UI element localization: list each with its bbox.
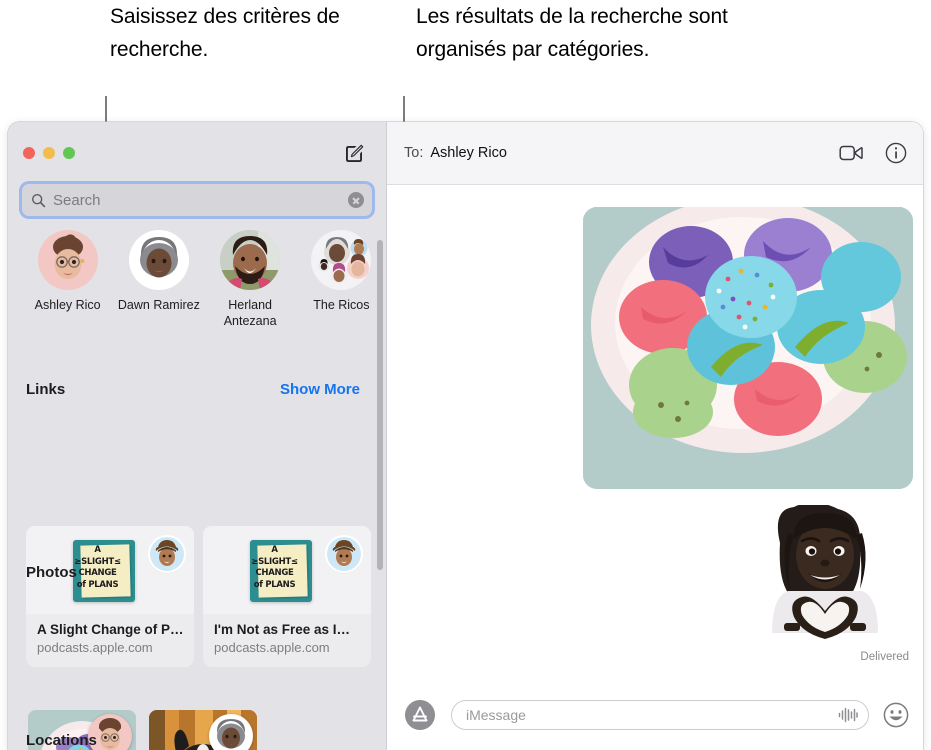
contact-name: Ashley Rico bbox=[34, 298, 101, 312]
contact-result[interactable]: Herland Antezana bbox=[205, 230, 296, 329]
message-input[interactable] bbox=[466, 707, 838, 723]
message-memoji-sticker[interactable] bbox=[764, 505, 886, 645]
sidebar: Ashley Rico Dawn Ramirez bbox=[8, 122, 387, 750]
contact-name: Herland Antezana bbox=[223, 298, 277, 328]
minimize-button[interactable] bbox=[43, 147, 55, 159]
avatar bbox=[128, 230, 189, 290]
contact-result[interactable]: Ashley Rico bbox=[22, 230, 113, 329]
podcast-artwork: A ≥SLIGHT≤ CHANGE of PLANS bbox=[73, 540, 135, 602]
message-input-field[interactable] bbox=[451, 700, 869, 730]
photos-section-title: Photos bbox=[26, 564, 77, 581]
callout-results-text: Les résultats de la recherche sont organ… bbox=[416, 5, 728, 61]
podcast-artwork-text: A ≥SLIGHT≤ CHANGE of PLANS bbox=[74, 545, 121, 590]
sidebar-scrollbar[interactable] bbox=[377, 240, 383, 570]
link-sender-avatar bbox=[150, 537, 184, 571]
search-input[interactable] bbox=[53, 191, 348, 209]
links-section-title: Links bbox=[26, 381, 66, 398]
audio-waveform-icon[interactable] bbox=[838, 707, 858, 723]
app-store-icon[interactable] bbox=[405, 700, 439, 730]
contact-result[interactable]: The Ricos bbox=[296, 230, 386, 329]
link-card[interactable]: A ≥SLIGHT≤ CHANGE of PLANS bbox=[203, 526, 371, 667]
messages-window: Ashley Rico Dawn Ramirez bbox=[8, 122, 923, 750]
podcast-artwork-text: A ≥SLIGHT≤ CHANGE of PLANS bbox=[251, 545, 298, 590]
message-list: Delivered bbox=[387, 185, 923, 680]
links-show-more-button[interactable]: Show More bbox=[280, 381, 360, 398]
message-composer bbox=[387, 680, 923, 750]
link-domain: podcasts.apple.com bbox=[214, 640, 330, 655]
link-meta: A Slight Change of P… podcasts.apple.com bbox=[26, 614, 194, 655]
conversation-pane: To: Ashley Rico Delivered iMessage bbox=[387, 122, 923, 750]
zoom-button[interactable] bbox=[63, 147, 75, 159]
callout-search-text: Saisissez des critères de recherche. bbox=[110, 5, 340, 61]
avatar-group bbox=[311, 230, 372, 290]
search-field-wrapper bbox=[22, 184, 372, 216]
avatar bbox=[37, 230, 98, 290]
link-title: I'm Not as Free as I… bbox=[214, 622, 351, 637]
message-photo-attachment[interactable] bbox=[583, 207, 913, 489]
search-icon bbox=[31, 193, 46, 207]
video-camera-icon[interactable] bbox=[839, 141, 863, 165]
recipient-name[interactable]: Ashley Rico bbox=[430, 145, 507, 161]
links-results: A ≥SLIGHT≤ CHANGE of PLANS A Slight Chan… bbox=[26, 526, 371, 667]
locations-section-title: Locations bbox=[26, 732, 97, 749]
avatar bbox=[220, 230, 281, 290]
close-button[interactable] bbox=[23, 147, 35, 159]
conversation-header: To: Ashley Rico bbox=[387, 122, 923, 185]
link-sender-avatar bbox=[327, 537, 361, 571]
clear-search-icon[interactable] bbox=[348, 192, 364, 208]
contact-result[interactable]: Dawn Ramirez bbox=[113, 230, 204, 329]
compose-message-icon[interactable] bbox=[344, 144, 364, 164]
contact-name: The Ricos bbox=[313, 298, 370, 312]
link-domain: podcasts.apple.com bbox=[37, 640, 153, 655]
search-field[interactable] bbox=[22, 184, 372, 216]
link-meta: I'm Not as Free as I… podcasts.apple.com bbox=[203, 614, 371, 655]
podcast-artwork: A ≥SLIGHT≤ CHANGE of PLANS bbox=[250, 540, 312, 602]
recipient-label: To: bbox=[404, 145, 424, 161]
contact-name: Dawn Ramirez bbox=[117, 298, 200, 312]
search-results-contacts: Ashley Rico Dawn Ramirez Herland Antezan… bbox=[8, 230, 386, 329]
photo-thumbnail[interactable] bbox=[149, 710, 257, 750]
photo-sender-badge bbox=[209, 714, 253, 750]
message-status: Delivered bbox=[860, 651, 909, 663]
link-card[interactable]: A ≥SLIGHT≤ CHANGE of PLANS bbox=[26, 526, 194, 667]
link-thumbnail: A ≥SLIGHT≤ CHANGE of PLANS bbox=[203, 526, 371, 614]
smiley-face-icon[interactable] bbox=[883, 702, 909, 728]
info-circle-icon[interactable] bbox=[885, 142, 907, 164]
sidebar-toolbar bbox=[8, 122, 386, 186]
window-controls bbox=[23, 147, 75, 159]
link-title: A Slight Change of P… bbox=[37, 622, 183, 637]
